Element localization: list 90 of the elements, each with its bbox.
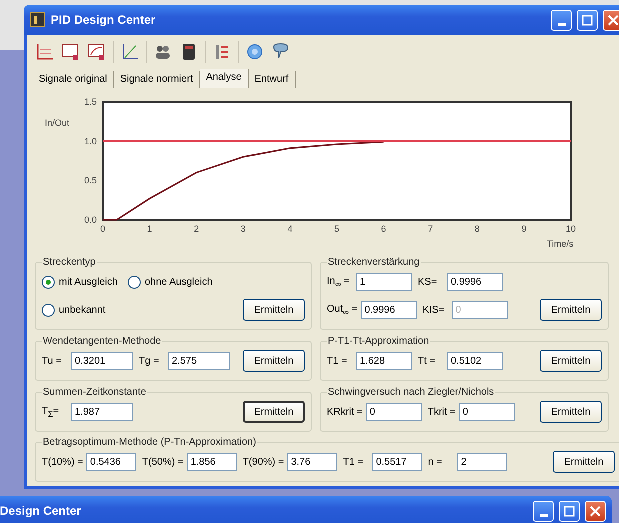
- value-field[interactable]: 0: [366, 403, 422, 421]
- group-title: Streckentyp: [42, 257, 97, 268]
- maximize-button[interactable]: [577, 10, 598, 30]
- value-field[interactable]: 1.987: [71, 403, 133, 421]
- value-field[interactable]: 3.76: [287, 453, 338, 471]
- group-title: Schwingversuch nach Ziegler/Nichols: [327, 387, 496, 398]
- axis-tick-label: 10: [566, 224, 576, 234]
- axis-tick-label: 0: [100, 224, 106, 234]
- group-title: Betragsoptimum-Methode (P-Tn-Approximation): [42, 437, 258, 448]
- value-field[interactable]: 1: [356, 273, 412, 291]
- axis-tick-label: 1.5: [84, 97, 97, 107]
- field-label: T(50%) =: [142, 456, 184, 468]
- field-label: n =: [428, 456, 444, 468]
- field-label: KRkrit =: [327, 406, 363, 418]
- value-field[interactable]: 0.5436: [86, 453, 136, 471]
- group-title: Streckenverstärkung: [327, 257, 421, 268]
- field-label: KS=: [418, 276, 438, 288]
- radio-label: mit Ausgleich: [59, 276, 118, 288]
- value-field[interactable]: 0.5517: [372, 453, 422, 471]
- window-title: PID Design Center: [51, 13, 157, 27]
- tab[interactable]: Analyse: [200, 69, 249, 88]
- axis-tick-label: 1: [147, 224, 152, 234]
- window-curve-icon[interactable]: [87, 42, 107, 62]
- tab[interactable]: Entwurf: [248, 71, 296, 88]
- field-label: Out$_{∞}$ =: [327, 304, 358, 316]
- close-icon: [608, 14, 619, 26]
- value-field[interactable]: 1.856: [186, 453, 237, 471]
- field-label: T1 =: [343, 456, 365, 468]
- tab[interactable]: Signale original: [33, 71, 114, 88]
- globe-icon[interactable]: [245, 42, 265, 62]
- ermitteln-button[interactable]: Ermitteln: [553, 451, 615, 473]
- value-field[interactable]: 1.628: [356, 352, 412, 370]
- minimize-icon: [540, 514, 548, 516]
- group-title: Wendetangenten-Methode: [42, 336, 162, 347]
- maximize-icon: [582, 14, 593, 26]
- chart-icon[interactable]: [35, 42, 55, 62]
- axis-tick-label: 0.5: [84, 176, 97, 186]
- field-label: T1 =: [327, 356, 348, 366]
- field-label: T(90%) =: [242, 456, 284, 468]
- ermitteln-button[interactable]: Ermitteln: [243, 350, 305, 372]
- value-field[interactable]: 0: [458, 403, 515, 421]
- group-title: Summen-Zeitkonstante: [42, 387, 148, 398]
- minimize-button[interactable]: [533, 500, 554, 522]
- axis-tick-label: 1.0: [84, 136, 97, 146]
- value-field[interactable]: 2: [457, 453, 508, 471]
- field-label: In$_{∞}$ =: [327, 276, 351, 288]
- ermitteln-button[interactable]: Ermitteln: [243, 401, 305, 423]
- maximize-icon: [564, 506, 575, 516]
- ermitteln-button[interactable]: Ermitteln: [540, 299, 602, 321]
- axis-tick-label: 7: [428, 224, 434, 234]
- radio-button[interactable]: [42, 304, 55, 316]
- axis-tick-label: 4: [288, 224, 293, 234]
- radio-label: ohne Ausgleich: [145, 276, 213, 288]
- ermitteln-button[interactable]: Ermitteln: [243, 299, 305, 321]
- window-title: Design Center: [0, 504, 82, 518]
- minimize-button[interactable]: [551, 10, 572, 30]
- radio-button[interactable]: [42, 276, 55, 288]
- app-icon: [30, 12, 46, 28]
- axis-tick-label: 2: [194, 224, 200, 234]
- field-label: Tu =: [42, 356, 63, 366]
- field-label: Tkrit =: [428, 406, 456, 418]
- axis-tick-label: 6: [381, 224, 386, 234]
- value-field[interactable]: 0.9996: [447, 273, 503, 291]
- field-label: Tt =: [418, 356, 437, 366]
- value-field[interactable]: 0.5102: [447, 352, 503, 370]
- field-label: T(10%) =: [42, 456, 84, 468]
- field-label: T$_{Σ}$=: [42, 406, 60, 418]
- maximize-button[interactable]: [559, 500, 580, 522]
- minimize-icon: [558, 22, 566, 26]
- value-field[interactable]: 2.575: [168, 352, 230, 370]
- value-field[interactable]: 0.9996: [360, 301, 417, 319]
- field-label: Tg =: [139, 356, 160, 366]
- close-icon: [590, 506, 601, 516]
- ermitteln-button[interactable]: Ermitteln: [540, 401, 602, 423]
- close-button[interactable]: [603, 10, 619, 30]
- radio-label: unbekannt: [59, 304, 106, 316]
- group-title: P-T1-Tt-Approximation: [327, 336, 430, 347]
- axis-title: Time/s: [547, 239, 574, 249]
- axis-tick-label: 5: [334, 224, 340, 234]
- radio-button[interactable]: [128, 276, 141, 288]
- field-label: KIS=: [422, 304, 446, 316]
- value-field[interactable]: 0.3201: [71, 352, 133, 370]
- axis-tick-label: 0.0: [84, 215, 97, 225]
- close-button[interactable]: [585, 500, 606, 522]
- axis-title: In/Out: [45, 118, 70, 128]
- ermitteln-button[interactable]: Ermitteln: [540, 350, 602, 372]
- window-chart-icon[interactable]: [61, 42, 81, 62]
- axis-tick-label: 9: [522, 224, 527, 234]
- axis-tick-label: 8: [474, 224, 480, 234]
- axis-tick-label: 3: [240, 224, 246, 234]
